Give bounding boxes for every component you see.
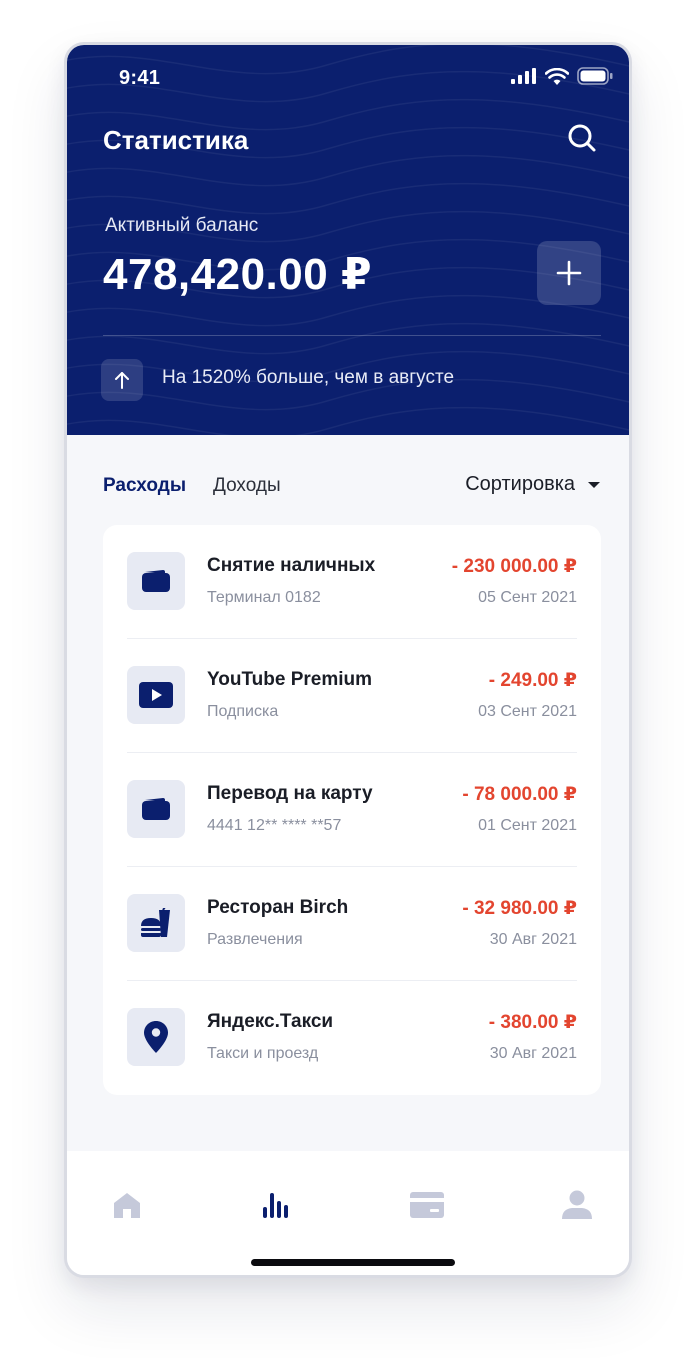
transaction-subtitle: Развлечения bbox=[207, 931, 303, 948]
transactions-card: Снятие наличных Терминал 0182 - 230 000.… bbox=[103, 525, 601, 1095]
statistics-icon bbox=[263, 1193, 288, 1218]
signal-icon bbox=[511, 68, 536, 84]
nav-home[interactable] bbox=[107, 1185, 147, 1225]
transaction-title: Ресторан Birch bbox=[207, 897, 349, 918]
transaction-amount: - 32 980.00 ₽ bbox=[462, 898, 577, 919]
fastfood-icon bbox=[141, 908, 170, 937]
transaction-row[interactable]: YouTube Premium Подписка - 249.00 ₽ 03 С… bbox=[127, 639, 577, 753]
home-icon bbox=[114, 1193, 140, 1218]
caret-down-icon bbox=[588, 481, 600, 488]
trend-text: На 1520% больше, чем в августе bbox=[162, 367, 455, 388]
nav-statistics[interactable] bbox=[256, 1185, 296, 1225]
sort-dropdown[interactable]: Сортировка bbox=[465, 473, 601, 496]
tab-expenses[interactable]: Расходы bbox=[103, 475, 186, 497]
tab-row: Расходы Доходы Сортировка bbox=[103, 471, 601, 507]
wallet-icon bbox=[142, 570, 170, 592]
arrow-up-icon bbox=[115, 372, 129, 389]
card-icon bbox=[410, 1192, 444, 1218]
transaction-date: 30 Авг 2021 bbox=[489, 931, 577, 948]
play-icon bbox=[139, 682, 173, 708]
wifi-icon bbox=[545, 67, 569, 85]
transaction-amount: - 380.00 ₽ bbox=[488, 1012, 577, 1033]
plus-icon bbox=[556, 260, 582, 286]
header-divider bbox=[103, 335, 601, 336]
transaction-title: Перевод на карту bbox=[207, 783, 373, 804]
nav-cards[interactable] bbox=[407, 1185, 447, 1225]
tab-income[interactable]: Доходы bbox=[213, 475, 281, 497]
battery-icon bbox=[577, 67, 613, 85]
transaction-subtitle: Подписка bbox=[207, 703, 279, 720]
trend-indicator bbox=[101, 359, 143, 401]
sort-label: Сортировка bbox=[465, 473, 575, 495]
transaction-title: Снятие наличных bbox=[207, 555, 376, 576]
add-balance-button[interactable] bbox=[537, 241, 601, 305]
status-time: 9:41 bbox=[119, 67, 161, 89]
page-title: Статистика bbox=[103, 125, 249, 155]
status-icons bbox=[511, 67, 613, 85]
transaction-amount: - 230 000.00 ₽ bbox=[451, 556, 577, 577]
wallet-icon bbox=[142, 798, 170, 820]
profile-icon bbox=[562, 1190, 592, 1219]
transaction-row[interactable]: Яндекс.Такси Такси и проезд - 380.00 ₽ 3… bbox=[127, 981, 577, 1095]
balance-label: Активный баланс bbox=[105, 215, 259, 236]
transaction-subtitle: 4441 12** **** **57 bbox=[207, 817, 342, 834]
transaction-subtitle: Терминал 0182 bbox=[207, 589, 321, 606]
transaction-icon-wrap bbox=[127, 1008, 185, 1066]
header: 9:41 Статистика Активный баланс 478,420.… bbox=[67, 45, 629, 435]
transaction-date: 05 Сент 2021 bbox=[478, 589, 577, 606]
transaction-icon-wrap bbox=[127, 894, 185, 952]
nav-profile[interactable] bbox=[557, 1185, 597, 1225]
transaction-row[interactable]: Снятие наличных Терминал 0182 - 230 000.… bbox=[127, 525, 577, 639]
bottom-nav bbox=[67, 1151, 629, 1275]
transaction-date: 01 Сент 2021 bbox=[478, 817, 577, 834]
search-button[interactable] bbox=[565, 121, 599, 155]
transaction-amount: - 249.00 ₽ bbox=[488, 670, 577, 691]
transaction-title: YouTube Premium bbox=[207, 669, 373, 690]
transaction-row[interactable]: Ресторан Birch Развлечения - 32 980.00 ₽… bbox=[127, 867, 577, 981]
transaction-row[interactable]: Перевод на карту 4441 12** **** **57 - 7… bbox=[127, 753, 577, 867]
app-screen: 9:41 Статистика Активный баланс 478,420.… bbox=[67, 45, 629, 1275]
home-indicator bbox=[251, 1259, 455, 1266]
transaction-icon-wrap bbox=[127, 666, 185, 724]
transaction-date: 30 Авг 2021 bbox=[489, 1045, 577, 1062]
transaction-icon-wrap bbox=[127, 552, 185, 610]
transaction-amount: - 78 000.00 ₽ bbox=[462, 784, 577, 805]
transaction-subtitle: Такси и проезд bbox=[207, 1045, 319, 1062]
transaction-date: 03 Сент 2021 bbox=[478, 703, 577, 720]
location-pin-icon bbox=[144, 1021, 168, 1053]
phone-frame: 9:41 Статистика Активный баланс 478,420.… bbox=[64, 42, 632, 1278]
search-icon bbox=[568, 124, 596, 152]
transaction-icon-wrap bbox=[127, 780, 185, 838]
balance-value: 478,420.00 ₽ bbox=[103, 250, 373, 299]
transaction-title: Яндекс.Такси bbox=[207, 1011, 334, 1032]
